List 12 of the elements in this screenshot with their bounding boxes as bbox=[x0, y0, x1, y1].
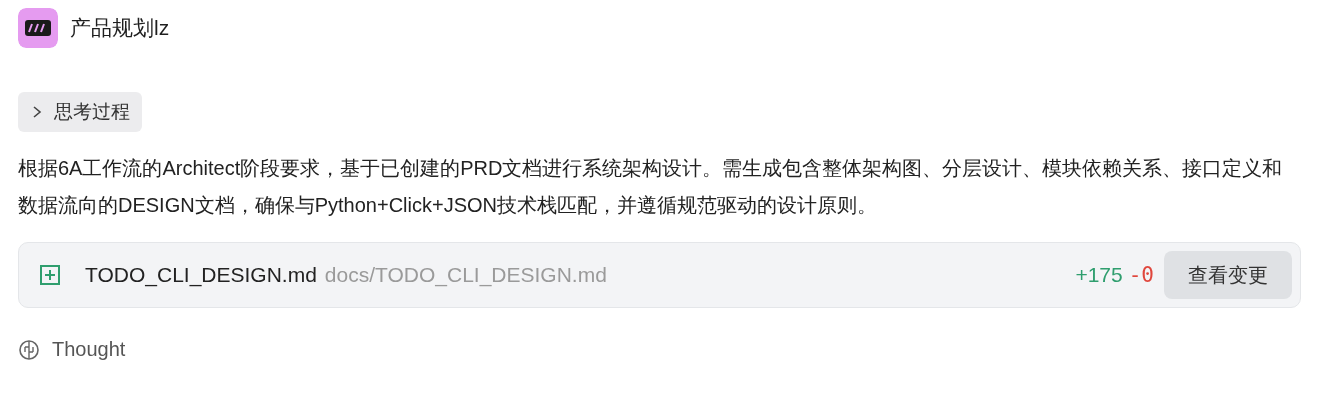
file-name: TODO_CLI_DESIGN.md bbox=[85, 263, 317, 287]
view-changes-button[interactable]: 查看变更 bbox=[1164, 251, 1292, 299]
brain-icon bbox=[18, 338, 40, 361]
message-text: 根据6A工作流的Architect阶段要求，基于已创建的PRD文档进行系统架构设计。需生成包含整体架构图、分层设计、模块依赖关系、接口定义和数据流向的DESIGN文档，确保与Python+Click+JSON技术栈匹配，并遵循规范驱动的设计原则。 bbox=[18, 156, 1284, 218]
add-file-icon bbox=[39, 264, 61, 286]
assistant-name: 产品规划lz bbox=[70, 15, 170, 41]
deletions-count: -0 bbox=[1128, 263, 1154, 287]
thinking-toggle[interactable]: 思考过程 bbox=[18, 92, 142, 132]
app-logo-icon bbox=[18, 8, 58, 48]
file-path: docs/TODO_CLI_DESIGN.md bbox=[324, 263, 608, 287]
additions-count: +175 bbox=[1075, 263, 1123, 287]
thought-label: Thought bbox=[52, 338, 126, 361]
